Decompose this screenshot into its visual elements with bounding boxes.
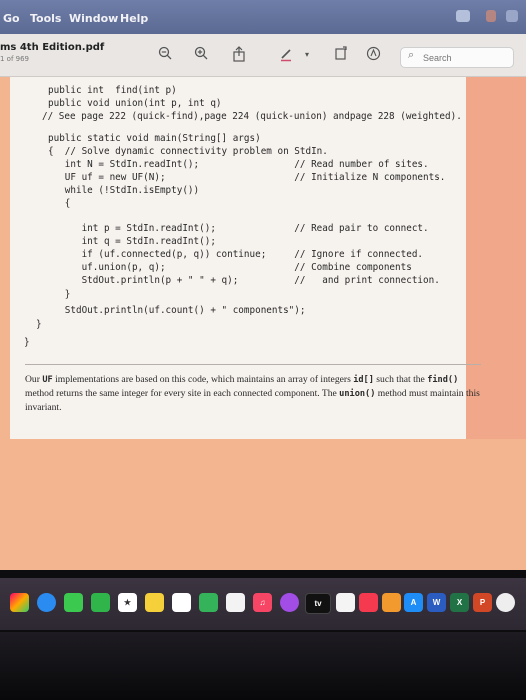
uf-term: UF xyxy=(42,375,53,385)
find-method-term: find() xyxy=(427,375,459,385)
search-input[interactable] xyxy=(421,50,513,66)
code-line-14: uf.union(p, q); // Combine components xyxy=(48,262,412,273)
search-icon: ⌕ xyxy=(408,49,415,61)
keyboard-icon[interactable] xyxy=(506,10,518,22)
photos-icon[interactable]: ★ xyxy=(118,593,137,612)
code-line-13: if (uf.connected(p, q)) continue; // Ign… xyxy=(48,249,424,260)
powerpoint-icon[interactable]: P xyxy=(473,593,492,612)
id-array-term: id[] xyxy=(353,375,374,385)
highlight-pen-icon[interactable] xyxy=(278,46,296,64)
code-line-9: while (!StdIn.isEmpty()) xyxy=(48,185,200,196)
app-store-icon[interactable]: A xyxy=(404,593,423,612)
page-count: 1 of 969 xyxy=(0,55,30,63)
document-title: ms 4th Edition.pdf xyxy=(0,42,105,53)
chrome-icon[interactable] xyxy=(496,593,515,612)
menu-window[interactable]: Window xyxy=(69,12,118,25)
class-closing-brace: } xyxy=(24,337,30,348)
dropbox-icon[interactable] xyxy=(456,10,470,22)
search-field[interactable]: ⌕ xyxy=(400,47,514,68)
messages-icon[interactable] xyxy=(64,593,83,612)
code-line-7: int N = StdIn.readInt(); // Read number … xyxy=(48,159,429,170)
bezel xyxy=(0,632,526,700)
status-icon[interactable] xyxy=(486,10,496,22)
code-line-8: UF uf = new UF(N); // Initialize N compo… xyxy=(48,172,446,183)
excel-icon[interactable]: X xyxy=(450,593,469,612)
chevron-down-icon[interactable]: ▾ xyxy=(298,46,316,64)
zoom-out-icon[interactable] xyxy=(156,46,174,64)
code-line-18: } xyxy=(36,319,42,330)
books-icon[interactable] xyxy=(382,593,401,612)
notes-icon[interactable] xyxy=(145,593,164,612)
pdf-toolbar: ms 4th Edition.pdf 1 of 969 ▾ ⌕ xyxy=(0,34,526,77)
code-line-5: public static void main(String[] args) xyxy=(48,133,261,144)
podcasts-icon[interactable] xyxy=(280,593,299,612)
code-line-10: { xyxy=(48,198,71,209)
union-method-term: union() xyxy=(339,389,376,399)
word-icon[interactable]: W xyxy=(427,593,446,612)
numbers-icon[interactable] xyxy=(199,593,218,612)
menu-go[interactable]: Go xyxy=(3,12,20,25)
menu-tools[interactable]: Tools xyxy=(30,12,61,25)
code-line-15: StdOut.println(p + " " + q); // and prin… xyxy=(48,275,440,286)
music-icon[interactable]: ♫ xyxy=(253,593,272,612)
reminders-icon[interactable] xyxy=(172,593,191,612)
code-line-12: int q = StdIn.readInt(); xyxy=(48,236,216,247)
keynote-icon[interactable] xyxy=(226,593,245,612)
freeform-icon[interactable] xyxy=(336,593,355,612)
code-line-2: public void union(int p, int q) xyxy=(48,98,222,109)
markup-icon[interactable] xyxy=(364,46,382,64)
zoom-in-icon[interactable] xyxy=(192,46,210,64)
safari-icon[interactable] xyxy=(37,593,56,612)
code-line-3: // See page 222 (quick-find),page 224 (q… xyxy=(42,111,462,122)
menu-bar: Go Tools Window Help xyxy=(0,0,526,34)
facetime-icon[interactable] xyxy=(91,593,110,612)
rotate-icon[interactable] xyxy=(332,46,350,64)
news-icon[interactable] xyxy=(359,593,378,612)
code-line-16: } xyxy=(48,289,71,300)
share-icon[interactable] xyxy=(230,46,248,64)
section-divider xyxy=(25,364,481,365)
code-line-6: { // Solve dynamic connectivity problem … xyxy=(48,146,328,157)
code-line-17: StdOut.println(uf.count() + " components… xyxy=(48,305,306,316)
menu-help[interactable]: Help xyxy=(120,12,148,25)
code-line-11: int p = StdIn.readInt(); // Read pair to… xyxy=(48,223,429,234)
code-line-1: public int find(int p) xyxy=(48,85,177,96)
apple-tv-icon[interactable]: tv xyxy=(305,593,331,614)
description-paragraph: Our UF implementations are based on this… xyxy=(25,374,480,413)
launchpad-icon[interactable] xyxy=(10,593,29,612)
